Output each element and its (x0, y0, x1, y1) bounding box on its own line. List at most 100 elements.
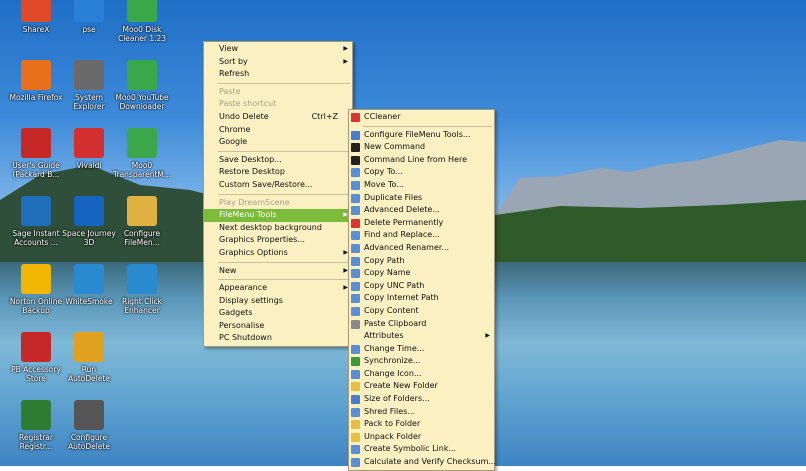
desktop-icon-label: Configure AutoDelete (67, 433, 111, 451)
menu-item-restore-desktop[interactable]: Restore Desktop (204, 166, 352, 179)
menu-item-label: Command Line from Here (364, 154, 468, 164)
menu-separator (218, 82, 350, 84)
shred-files-icon (351, 407, 360, 417)
desktop-icon-label: Sage Instant Accounts ... (12, 229, 60, 247)
copy-unc-path-icon (351, 281, 360, 291)
menu-item-label: Google (219, 137, 248, 147)
desktop-icon[interactable]: Norton Online Backup (7, 264, 65, 315)
menu-item-label: Configure FileMenu Tools... (364, 129, 471, 139)
desktop-icon[interactable]: pse (60, 0, 118, 34)
submenu-item-new-command[interactable]: New Command (349, 141, 494, 154)
menu-item-gadgets[interactable]: Gadgets (204, 307, 352, 320)
menu-item-undo-delete[interactable]: Undo Delete Ctrl+Z (204, 111, 352, 124)
pack-to-folder-icon (351, 420, 360, 430)
menu-item-chrome[interactable]: Chrome (204, 124, 352, 137)
submenu-item-advanced-delete[interactable]: Advanced Delete... (349, 204, 494, 217)
desktop-icon[interactable]: Registrar Registr... (7, 400, 65, 451)
desktop-icon[interactable]: Space Journey 3D (60, 196, 118, 247)
app-icon (21, 0, 51, 22)
desktop-icon[interactable]: PB Accessory Store (7, 332, 65, 383)
desktop-icon[interactable]: Vivaldi (60, 128, 118, 170)
menu-item-filemenu-tools[interactable]: FileMenu Tools ▶ (204, 209, 352, 222)
submenu-item-calculate-and-verify-checksum[interactable]: Calculate and Verify Checksum... (349, 456, 496, 469)
submenu-item-duplicate-files[interactable]: Duplicate Files (349, 192, 494, 205)
desktop-icon[interactable]: Mozilla Firefox (7, 60, 65, 102)
desktop-icon[interactable]: Right Click Enhancer (113, 264, 171, 315)
app-icon (21, 264, 51, 294)
submenu-item-pack-to-folder[interactable]: Pack to Folder (349, 418, 494, 431)
submenu-item-synchronize[interactable]: Synchronize... (349, 355, 494, 368)
copy-content-icon (351, 306, 360, 316)
menu-item-graphics-properties[interactable]: Graphics Properties... (204, 234, 352, 247)
menu-item-new[interactable]: New ▶ (204, 265, 352, 278)
desktop-icon[interactable]: Moo0 TransparentM... (113, 128, 171, 179)
submenu-item-shred-files[interactable]: Shred Files... (349, 406, 494, 419)
desktop-icon[interactable]: Moo0 YouTube Downloader (113, 60, 171, 111)
desktop-icon[interactable]: Sage Instant Accounts ... (7, 196, 65, 247)
menu-item-sort-by[interactable]: Sort by ▶ (204, 56, 352, 69)
desktop-icon[interactable]: User's Guide (Packard B... (7, 128, 65, 179)
submenu-item-change-time[interactable]: Change Time... (349, 343, 494, 356)
menu-item-graphics-options[interactable]: Graphics Options ▶ (204, 247, 352, 260)
menu-item-label: Next desktop background (219, 222, 322, 232)
submenu-item-copy-internet-path[interactable]: Copy Internet Path (349, 292, 494, 305)
desktop-icon[interactable]: Configure FileMen... (113, 196, 171, 247)
copy-to-icon (351, 168, 360, 178)
menu-item-personalise[interactable]: Personalise (204, 320, 352, 333)
submenu-item-copy-content[interactable]: Copy Content (349, 305, 494, 318)
desktop-icon[interactable]: ShareX (7, 0, 65, 34)
menu-item-label: Graphics Properties... (219, 235, 305, 245)
size-of-folders-icon (351, 395, 360, 405)
desktop-icon[interactable]: System Explorer (60, 60, 118, 111)
new-command-icon (351, 143, 360, 153)
submenu-item-paste-clipboard[interactable]: Paste Clipboard (349, 318, 494, 331)
menu-separator (363, 125, 492, 127)
submenu-item-ccleaner[interactable]: CCleaner (349, 111, 494, 124)
menu-item-appearance[interactable]: Appearance ▶ (204, 282, 352, 295)
desktop-icon[interactable]: Configure AutoDelete (60, 400, 118, 451)
desktop-icon[interactable]: Run AutoDelete (60, 332, 118, 383)
submenu-item-copy-to[interactable]: Copy To... (349, 166, 494, 179)
submenu-item-create-new-folder[interactable]: Create New Folder (349, 380, 494, 393)
menu-item-pc-shutdown[interactable]: PC Shutdown (204, 332, 352, 345)
menu-item-save-desktop[interactable]: Save Desktop... (204, 154, 352, 167)
submenu-item-copy-unc-path[interactable]: Copy UNC Path (349, 280, 494, 293)
menu-item-label: Copy Name (364, 268, 411, 278)
submenu-item-advanced-renamer[interactable]: Advanced Renamer... (349, 242, 494, 255)
submenu-item-copy-name[interactable]: Copy Name (349, 267, 494, 280)
submenu-item-delete-permanently[interactable]: Delete Permanently (349, 217, 494, 230)
ccleaner-icon (351, 113, 360, 122)
submenu-item-change-icon[interactable]: Change Icon... (349, 368, 494, 381)
submenu-item-size-of-folders[interactable]: Size of Folders... (349, 393, 494, 406)
menu-item-refresh[interactable]: Refresh (204, 68, 352, 81)
app-icon (127, 196, 157, 226)
menu-item-label: Copy Internet Path (364, 293, 439, 303)
submenu-item-move-to[interactable]: Move To... (349, 179, 494, 192)
menu-item-label: Move To... (364, 179, 404, 189)
desktop-icon[interactable]: Moo0 Disk Cleaner 1.23 (113, 0, 171, 43)
configure-filemenu-tools-icon (351, 130, 360, 140)
submenu-item-create-symbolic-link[interactable]: Create Symbolic Link... (349, 443, 494, 456)
app-icon (21, 128, 51, 158)
submenu-item-find-and-replace[interactable]: Find and Replace... (349, 229, 494, 242)
submenu-item-configure-filemenu-tools[interactable]: Configure FileMenu Tools... (349, 129, 494, 142)
menu-item-label: Custom Save/Restore... (219, 179, 313, 189)
menu-item-label: Copy Path (364, 255, 405, 265)
menu-item-label: Play DreamScene (219, 197, 290, 207)
app-icon (21, 60, 51, 90)
menu-item-display-settings[interactable]: Display settings (204, 295, 352, 308)
menu-item-custom-save-restore[interactable]: Custom Save/Restore... (204, 179, 352, 192)
desktop-icon-label: ShareX (22, 25, 50, 34)
submenu-item-command-line-from-here[interactable]: Command Line from Here (349, 154, 494, 167)
menu-item-next-desktop-background[interactable]: Next desktop background (204, 222, 352, 235)
menu-item-label: Save Desktop... (219, 154, 282, 164)
submenu-item-attributes[interactable]: Attributes ▶ (349, 330, 494, 343)
submenu-item-copy-path[interactable]: Copy Path (349, 255, 494, 268)
duplicate-files-icon (351, 193, 360, 203)
desktop-icon[interactable]: WhiteSmoke (60, 264, 118, 306)
submenu-arrow-icon: ▶ (485, 332, 490, 340)
submenu-item-unpack-folder[interactable]: Unpack Folder (349, 431, 494, 444)
menu-item-google[interactable]: Google (204, 136, 352, 149)
menu-item-view[interactable]: View ▶ (204, 43, 352, 56)
menu-item-label: PC Shutdown (219, 333, 272, 343)
